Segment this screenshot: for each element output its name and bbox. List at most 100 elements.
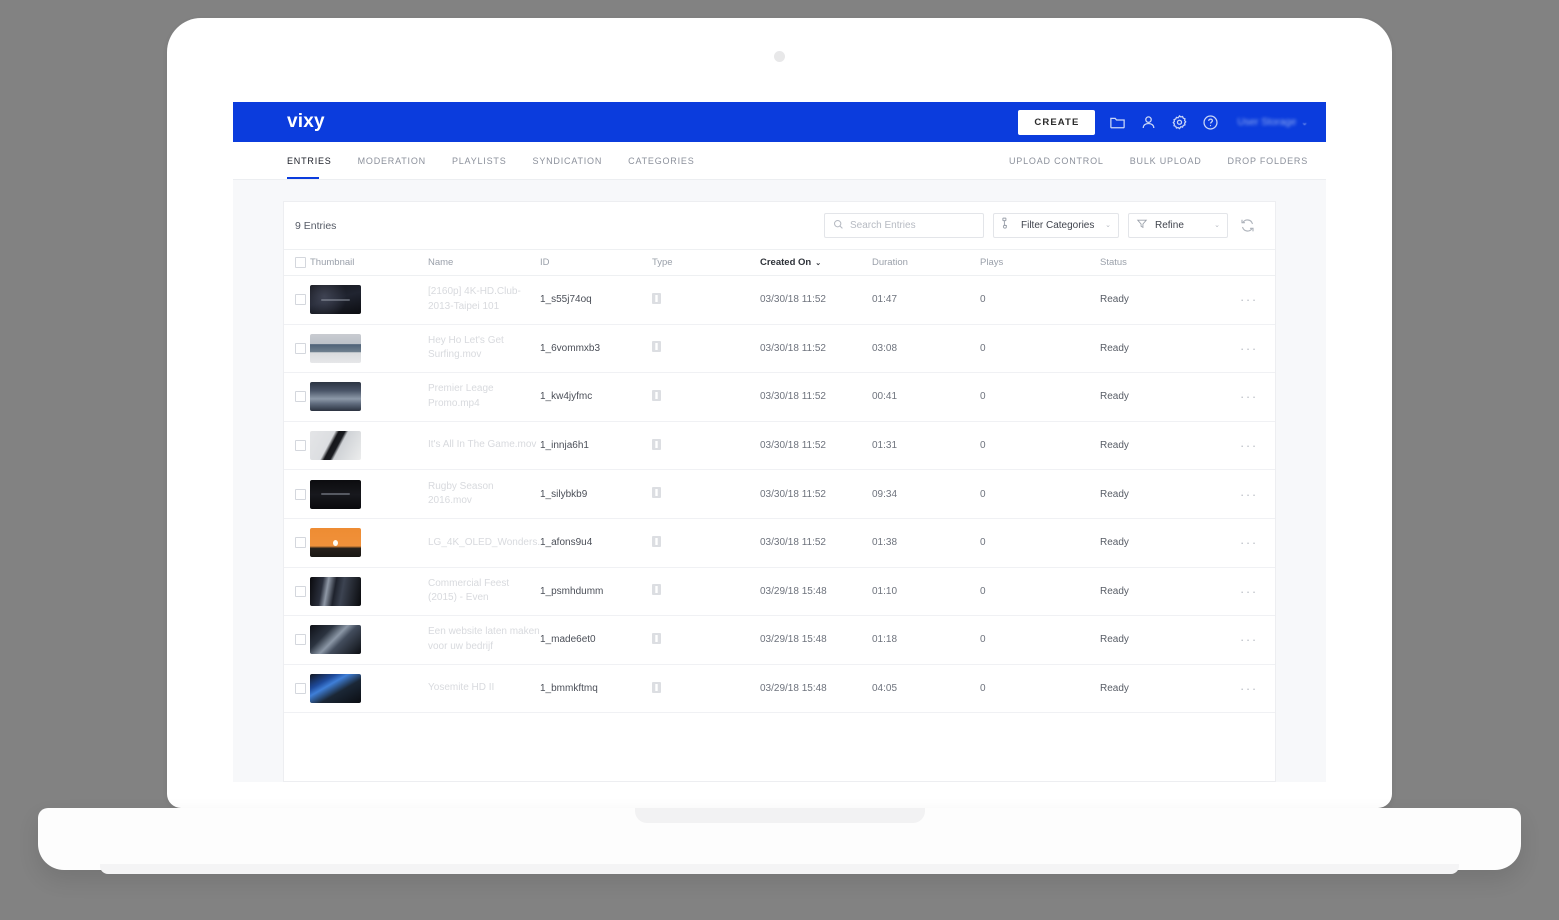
brand-logo[interactable]: vixy [287, 111, 325, 133]
row-checkbox[interactable] [295, 294, 306, 306]
search-box[interactable] [824, 213, 984, 238]
entry-created-on: 03/29/18 15:48 [760, 634, 827, 646]
laptop-mockup-stage: vixy CREATE User Storage ⌄ ENTRIES MODER… [0, 0, 1559, 920]
entry-name[interactable]: Een website laten maken voor uw bedrijf [428, 626, 540, 652]
help-icon[interactable] [1202, 114, 1219, 131]
row-select-cell [284, 567, 310, 616]
refine-dropdown[interactable]: Refine ⌄ [1128, 213, 1228, 238]
row-checkbox[interactable] [295, 585, 306, 597]
row-actions-menu-button[interactable]: ··· [1240, 292, 1258, 307]
user-menu[interactable]: User Storage ⌄ [1237, 117, 1308, 128]
row-checkbox[interactable] [295, 537, 306, 549]
refresh-button[interactable] [1237, 216, 1257, 236]
header-created-on-label: Created On [760, 257, 812, 268]
row-actions-menu-button[interactable]: ··· [1240, 584, 1258, 599]
header-created-on[interactable]: Created On ⌄ [760, 250, 872, 276]
header-duration[interactable]: Duration [872, 250, 980, 276]
search-input[interactable] [850, 220, 975, 231]
header-status[interactable]: Status [1100, 250, 1240, 276]
entry-duration: 01:31 [872, 440, 898, 452]
row-actions-menu-button[interactable]: ··· [1240, 438, 1258, 453]
row-select-cell [284, 616, 310, 665]
table-row[interactable]: Commercial Feest (2015) - Even 1_psmhdumm… [284, 567, 1275, 616]
nav-item-drop-folders[interactable]: DROP FOLDERS [1215, 142, 1308, 179]
user-icon[interactable] [1140, 114, 1157, 131]
entry-thumbnail[interactable] [310, 625, 361, 655]
entry-plays: 0 [980, 391, 986, 403]
row-actions-menu-button[interactable]: ··· [1240, 389, 1258, 404]
select-all-checkbox[interactable] [295, 257, 306, 268]
entry-thumbnail[interactable] [310, 674, 361, 704]
header-plays[interactable]: Plays [980, 250, 1100, 276]
nav-item-syndication[interactable]: SYNDICATION [520, 142, 616, 179]
entry-thumbnail[interactable] [310, 479, 361, 509]
table-row[interactable]: LG_4K_OLED_Wonders. 1_afons9u4 03/30/18 11… [284, 518, 1275, 568]
entry-created-on: 03/30/18 11:52 [760, 488, 826, 500]
entry-thumbnail[interactable] [310, 382, 361, 412]
row-actions-menu-button[interactable]: ··· [1240, 681, 1258, 696]
nav-item-bulk-upload[interactable]: BULK UPLOAD [1117, 142, 1215, 179]
entry-thumbnail[interactable] [310, 576, 361, 606]
nav-item-playlists[interactable]: PLAYLISTS [439, 142, 520, 179]
nav-item-upload-control[interactable]: UPLOAD CONTROL [1009, 142, 1117, 179]
entry-duration: 00:41 [872, 391, 898, 403]
entry-name[interactable]: Hey Ho Let's Get Surfing.mov [428, 335, 504, 361]
row-checkbox[interactable] [295, 488, 306, 500]
entry-plays: 0 [980, 537, 986, 549]
entry-plays: 0 [980, 294, 986, 306]
table-row[interactable]: [2160p] 4K-HD.Club-2013-Taipei 101 1_s55j… [284, 276, 1275, 325]
row-name-cell: [2160p] 4K-HD.Club-2013-Taipei 101 [428, 276, 540, 325]
row-type-cell [652, 324, 760, 373]
row-actions-cell: ··· [1240, 567, 1275, 616]
entry-thumbnail[interactable] [310, 528, 361, 558]
row-checkbox[interactable] [295, 342, 306, 354]
entry-name[interactable]: It's All In The Game.mov [428, 439, 536, 450]
top-bar-actions: CREATE User Storage ⌄ [1018, 109, 1308, 135]
row-actions-menu-button[interactable]: ··· [1240, 487, 1258, 502]
create-button[interactable]: CREATE [1018, 109, 1096, 135]
header-thumbnail[interactable]: Thumbnail [310, 250, 428, 276]
entry-thumbnail[interactable] [310, 285, 361, 315]
video-type-icon [652, 681, 661, 693]
video-type-icon [652, 292, 661, 304]
row-thumbnail-cell [310, 276, 428, 325]
row-select-cell [284, 276, 310, 325]
row-checkbox[interactable] [295, 391, 306, 403]
entry-status: Ready [1100, 440, 1129, 452]
entry-thumbnail[interactable] [310, 333, 361, 363]
filter-categories-dropdown[interactable]: Filter Categories ⌄ [993, 213, 1119, 238]
row-actions-menu-button[interactable]: ··· [1240, 535, 1258, 550]
table-row[interactable]: Yosemite HD II 1_bmmkftmq 03/29/18 15:48 04… [284, 664, 1275, 713]
row-checkbox[interactable] [295, 683, 306, 695]
row-actions-cell: ··· [1240, 324, 1275, 373]
header-id[interactable]: ID [540, 250, 652, 276]
row-checkbox[interactable] [295, 440, 306, 452]
entry-name[interactable]: Yosemite HD II [428, 682, 494, 693]
toolbar-controls: Filter Categories ⌄ Refine ⌄ [824, 213, 1257, 238]
entries-card: 9 Entries Filter Categori [283, 201, 1276, 782]
nav-item-entries[interactable]: ENTRIES [287, 142, 345, 179]
nav-item-categories[interactable]: CATEGORIES [615, 142, 707, 179]
entry-name[interactable]: LG_4K_OLED_Wonders. [428, 537, 540, 548]
entry-name[interactable]: Rugby Season 2016.mov [428, 481, 494, 507]
header-name[interactable]: Name [428, 250, 540, 276]
folder-icon[interactable] [1109, 114, 1126, 131]
main-nav: ENTRIES MODERATION PLAYLISTS SYNDICATION… [233, 142, 1326, 180]
entry-thumbnail[interactable] [310, 431, 361, 461]
table-row[interactable]: Premier Leage Promo.mp4 1_kw4jyfmc 03/30/1… [284, 373, 1275, 422]
table-row[interactable]: Een website laten maken voor uw bedrijf 1… [284, 616, 1275, 665]
row-checkbox[interactable] [295, 634, 306, 646]
entry-name[interactable]: Commercial Feest (2015) - Even [428, 578, 509, 604]
header-type[interactable]: Type [652, 250, 760, 276]
row-actions-menu-button[interactable]: ··· [1240, 341, 1258, 356]
entries-count-label: 9 Entries [295, 219, 337, 232]
nav-item-moderation[interactable]: MODERATION [345, 142, 439, 179]
entry-name[interactable]: [2160p] 4K-HD.Club-2013-Taipei 101 [428, 286, 521, 312]
entry-name[interactable]: Premier Leage Promo.mp4 [428, 383, 494, 409]
sort-descending-icon[interactable]: ⌄ [815, 260, 821, 267]
table-row[interactable]: Hey Ho Let's Get Surfing.mov 1_6vommxb3 03… [284, 324, 1275, 373]
table-row[interactable]: It's All In The Game.mov 1_innja6h1 03/30/… [284, 421, 1275, 470]
row-actions-menu-button[interactable]: ··· [1240, 632, 1258, 647]
table-row[interactable]: Rugby Season 2016.mov 1_silybkb9 03/30/18 … [284, 470, 1275, 519]
gear-icon[interactable] [1171, 114, 1188, 131]
